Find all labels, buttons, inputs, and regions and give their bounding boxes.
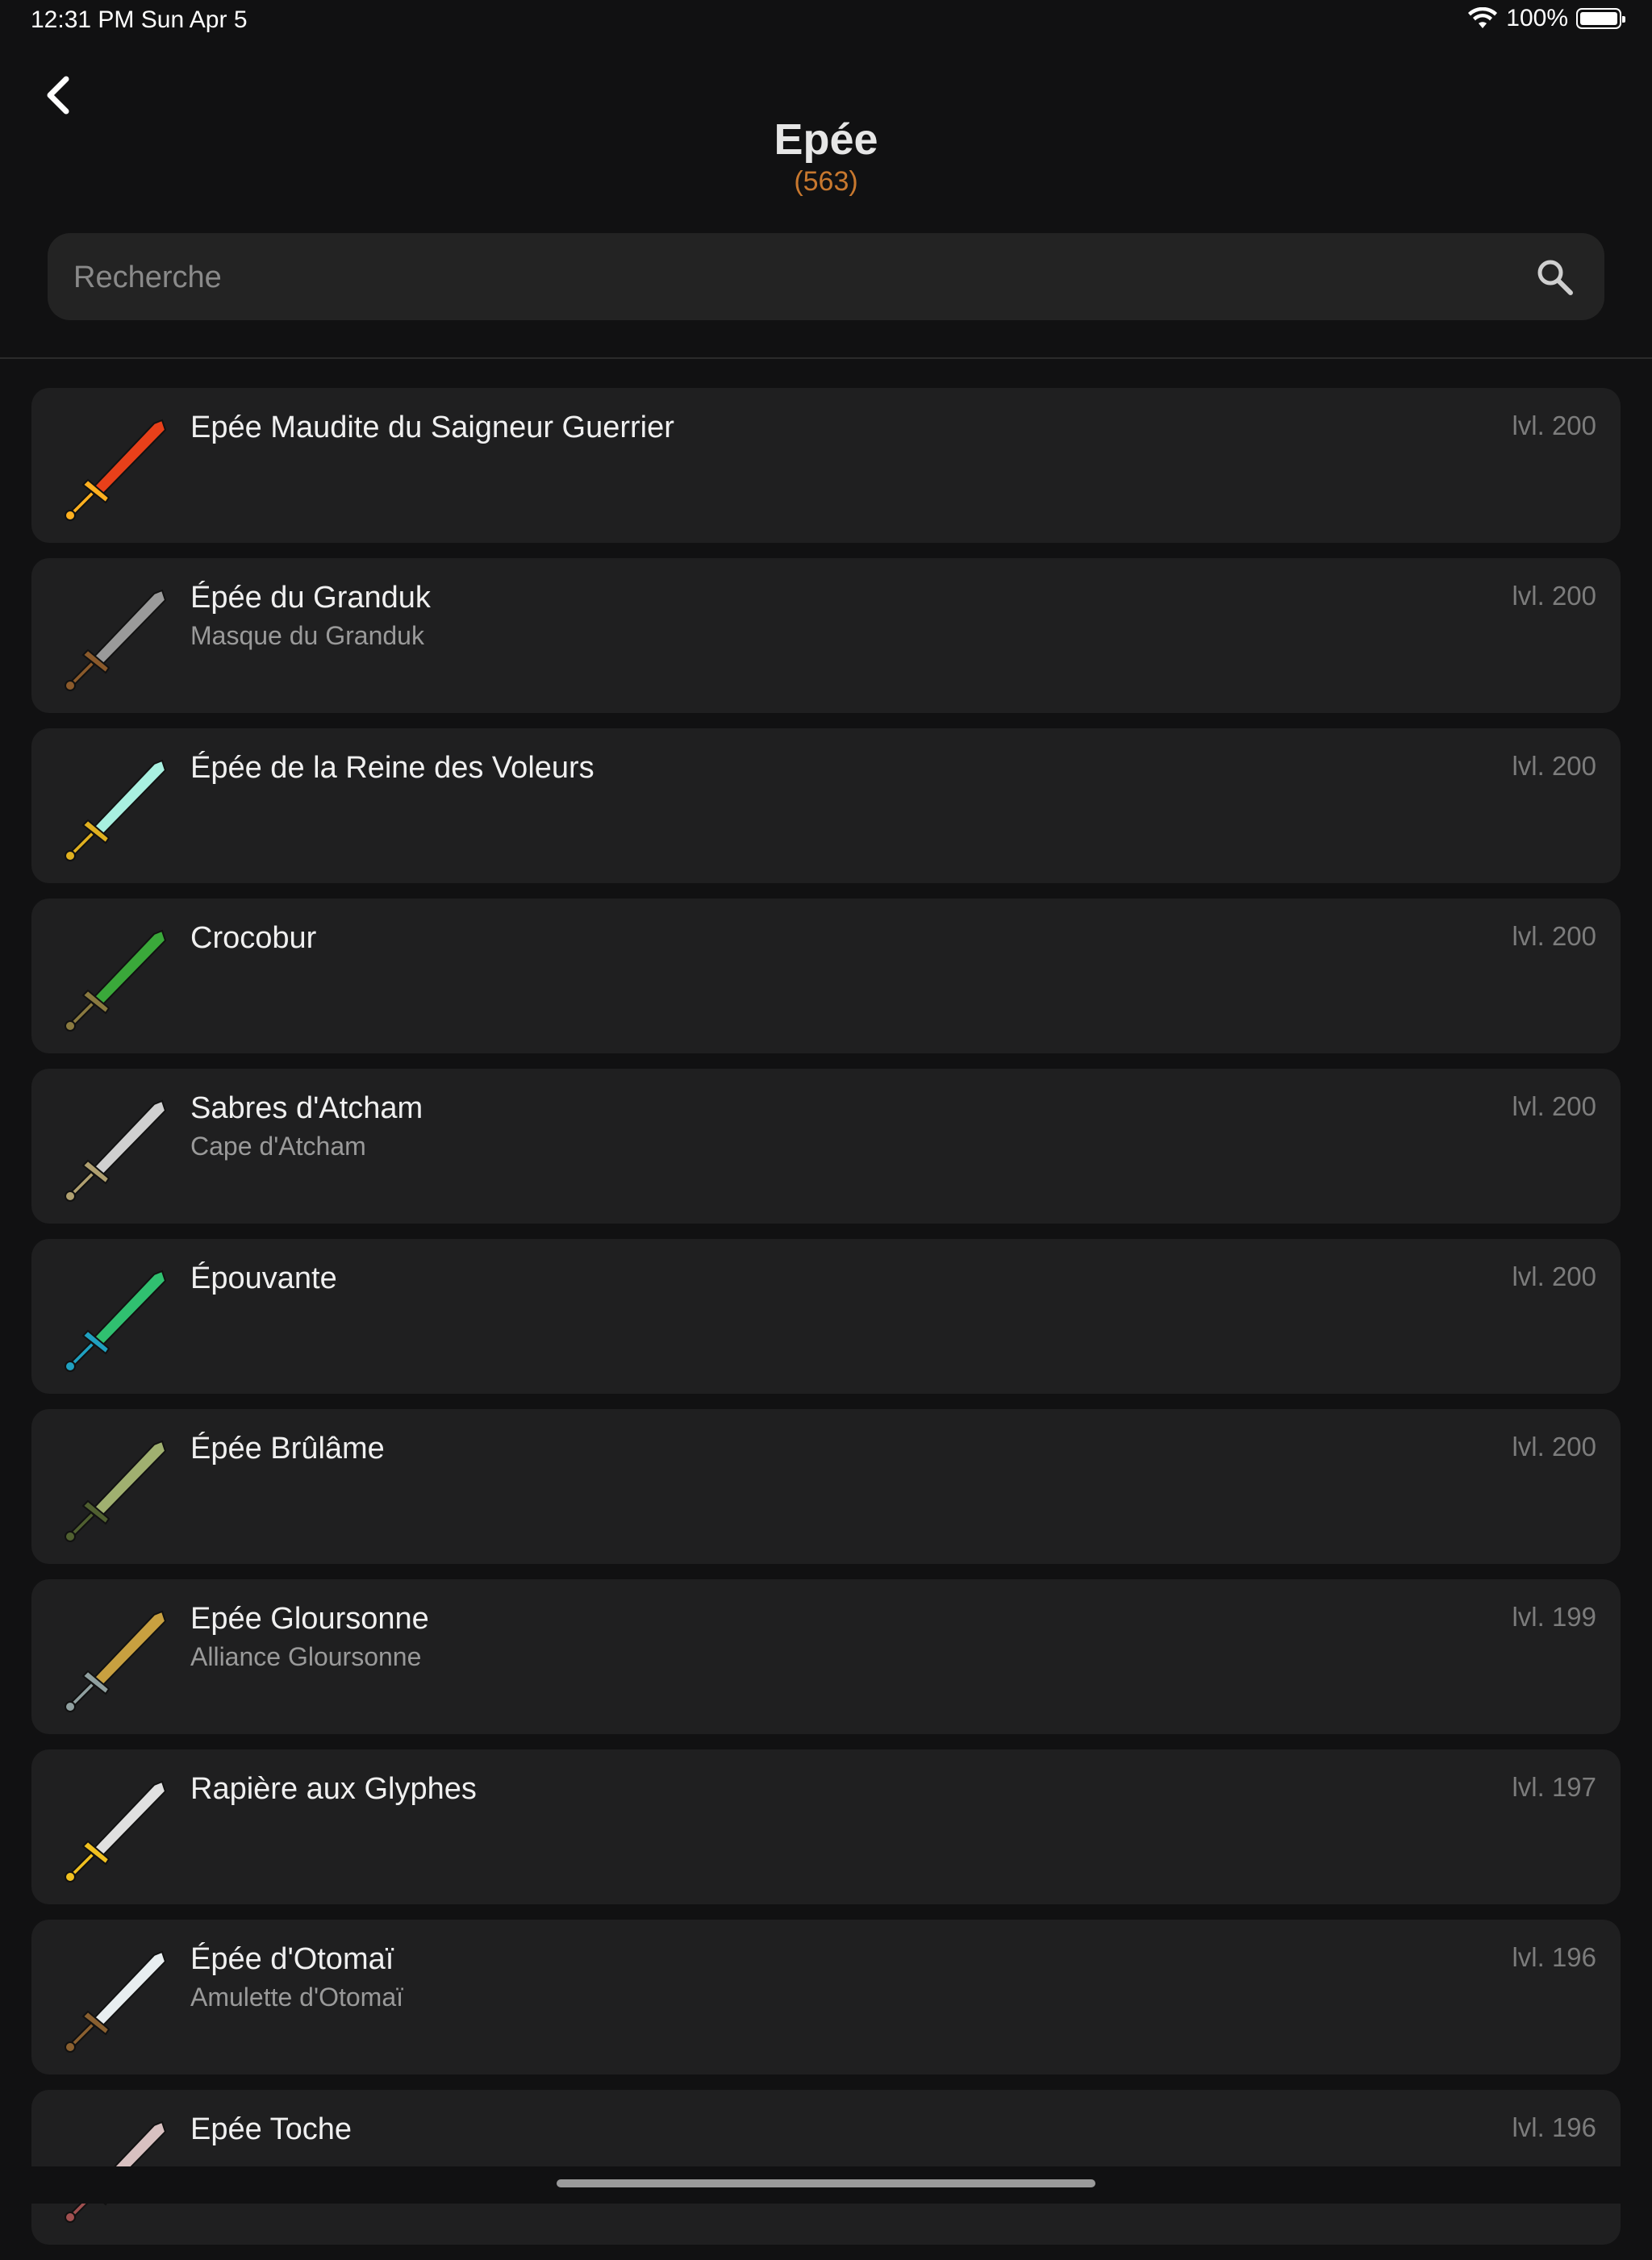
item-count: (563): [794, 166, 858, 197]
item-level: lvl. 196: [1512, 2112, 1596, 2142]
list-item[interactable]: Épée Brûlâme lvl. 200: [31, 1409, 1621, 1564]
epouvante-sword-icon: [65, 1270, 167, 1372]
home-indicator[interactable]: [557, 2179, 1095, 2187]
search-icon[interactable]: [1533, 256, 1575, 298]
brulame-sword-icon: [65, 1440, 167, 1542]
status-bar: 12:31 PM Sun Apr 5 100%: [0, 0, 1652, 45]
item-name: Rapière aux Glyphes: [190, 1772, 477, 1806]
page-title: Epée: [774, 115, 878, 164]
item-list: Epée Maudite du Saigneur Guerrier lvl. 20…: [31, 388, 1621, 2260]
list-item[interactable]: Épée d'Otomaï Amulette d'Otomaï lvl. 196: [31, 1920, 1621, 2074]
atcham-sabres-icon: [65, 1099, 167, 1202]
item-name: Sabres d'Atcham: [190, 1091, 423, 1125]
granduk-sword-icon: [65, 589, 167, 691]
list-item[interactable]: Épée de la Reine des Voleurs lvl. 200: [31, 728, 1621, 883]
battery-percent: 100%: [1506, 5, 1568, 31]
list-item[interactable]: Sabres d'Atcham Cape d'Atcham lvl. 200: [31, 1069, 1621, 1224]
item-set-name: Cape d'Atcham: [190, 1132, 366, 1161]
item-name: Crocobur: [190, 921, 317, 955]
item-name: Épouvante: [190, 1261, 337, 1295]
cursed-red-blade-icon: [65, 419, 167, 521]
item-name: Épée d'Otomaï: [190, 1942, 394, 1976]
header-divider: [0, 357, 1652, 359]
list-item[interactable]: Rapière aux Glyphes lvl. 197: [31, 1749, 1621, 1904]
search-bar[interactable]: [48, 233, 1604, 322]
item-name: Épée de la Reine des Voleurs: [190, 751, 594, 785]
item-level: lvl. 200: [1512, 921, 1596, 951]
item-set-name: Alliance Gloursonne: [190, 1642, 422, 1671]
item-name: Epée Gloursonne: [190, 1602, 429, 1636]
item-level: lvl. 200: [1512, 1432, 1596, 1461]
item-set-name: Masque du Granduk: [190, 621, 424, 650]
item-set-name: Amulette d'Otomaï: [190, 1983, 403, 2012]
battery-icon: [1576, 8, 1625, 29]
item-name: Épée Brûlâme: [190, 1432, 385, 1466]
glyph-rapier-icon: [65, 1780, 167, 1883]
back-button[interactable]: [37, 71, 77, 119]
item-level: lvl. 200: [1512, 1091, 1596, 1121]
item-level: lvl. 196: [1512, 1942, 1596, 1972]
gloursonne-sword-icon: [65, 1610, 167, 1712]
chevron-left-icon: [47, 76, 69, 115]
list-item[interactable]: Epée Maudite du Saigneur Guerrier lvl. 20…: [31, 388, 1621, 543]
status-time: 12:31 PM Sun Apr 5: [31, 6, 248, 33]
search-input[interactable]: [72, 233, 1511, 322]
item-level: lvl. 199: [1512, 1602, 1596, 1632]
crocobur-sword-icon: [65, 929, 167, 1032]
thief-queen-sword-icon: [65, 759, 167, 861]
item-level: lvl. 200: [1512, 751, 1596, 781]
item-name: Epée Toche: [190, 2112, 353, 2146]
list-item[interactable]: Épouvante lvl. 200: [31, 1239, 1621, 1394]
item-level: lvl. 200: [1512, 581, 1596, 611]
item-level: lvl. 197: [1512, 1772, 1596, 1802]
item-name: Epée Maudite du Saigneur Guerrier: [190, 411, 674, 444]
list-item[interactable]: Crocobur lvl. 200: [31, 899, 1621, 1053]
otomai-sword-icon: [65, 1950, 167, 2053]
list-item[interactable]: Epée Gloursonne Alliance Gloursonne lvl. 1…: [31, 1579, 1621, 1734]
item-level: lvl. 200: [1512, 1261, 1596, 1291]
list-item[interactable]: Épée du Granduk Masque du Granduk lvl. 200: [31, 558, 1621, 713]
item-level: lvl. 200: [1512, 411, 1596, 440]
wifi-icon: [1468, 7, 1498, 28]
item-name: Épée du Granduk: [190, 581, 431, 615]
status-right: 100%: [1467, 5, 1625, 32]
